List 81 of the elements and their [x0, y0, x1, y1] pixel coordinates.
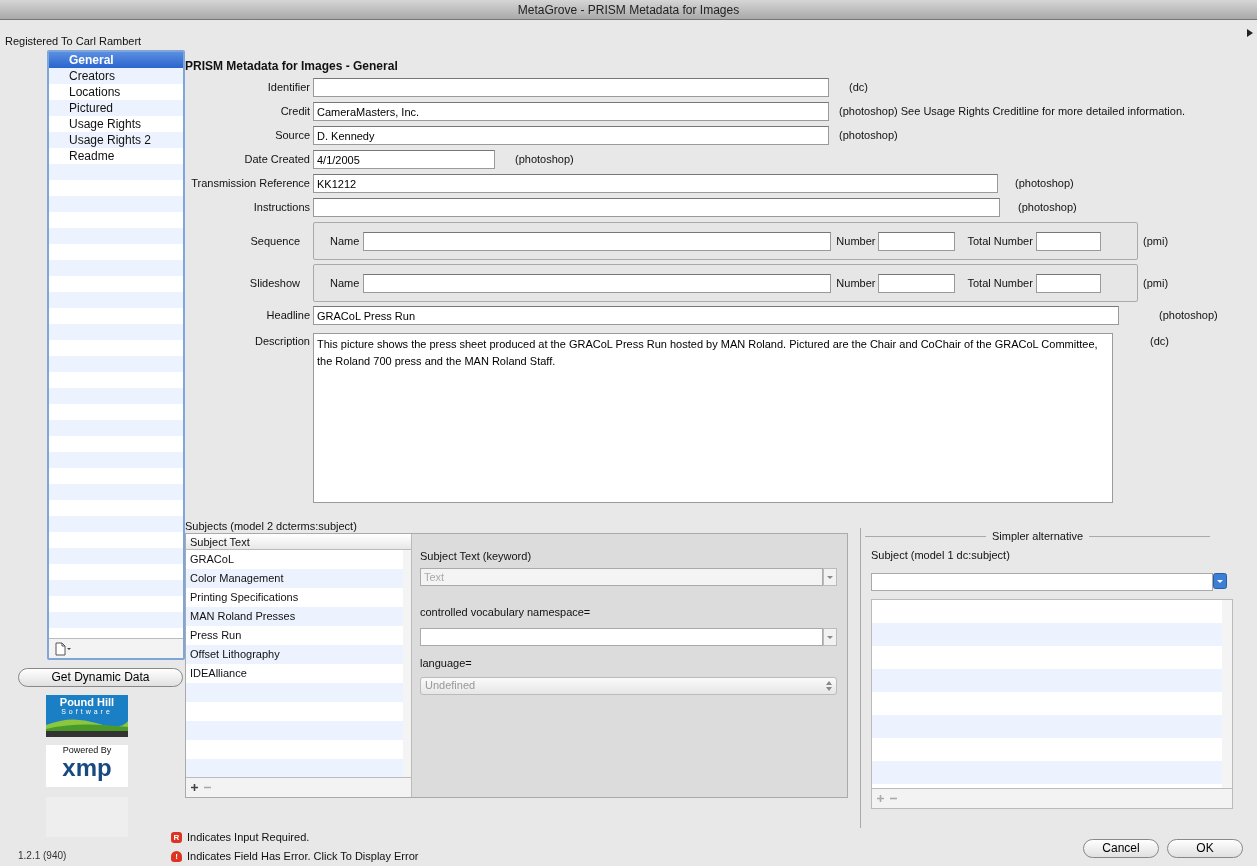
- text-field[interactable]: [878, 273, 956, 293]
- error-icon: !: [171, 851, 182, 862]
- sidebar-item[interactable]: Readme: [49, 148, 183, 164]
- field-note: (photoshop): [1015, 176, 1074, 192]
- new-document-icon[interactable]: [55, 641, 71, 656]
- sidebar-item[interactable]: Usage Rights 2: [49, 132, 183, 148]
- sidebar-item[interactable]: Usage Rights: [49, 116, 183, 132]
- text-field[interactable]: [363, 273, 832, 293]
- sidebar-item[interactable]: General: [49, 52, 183, 68]
- field-label: Subject Text (keyword): [420, 549, 533, 564]
- field-label: Identifier: [266, 80, 311, 96]
- field-note: (photoshop): [515, 152, 574, 168]
- subject-combo[interactable]: [871, 573, 1213, 591]
- group-legend: Simpler alternative: [991, 528, 1084, 545]
- add-icon[interactable]: [190, 783, 199, 792]
- window-title: MetaGrove - PRISM Metadata for Images: [517, 1, 740, 19]
- field-label: Number: [836, 275, 876, 291]
- text-field[interactable]: GRACoL Press Run: [313, 306, 1119, 325]
- table-row[interactable]: Press Run: [186, 626, 403, 645]
- get-data-button[interactable]: Get Dynamic Data: [18, 668, 183, 687]
- text-field[interactable]: KK1212: [313, 174, 998, 193]
- field-label: language=: [420, 656, 473, 671]
- field-note: (photoshop): [1159, 308, 1218, 324]
- ok-button[interactable]: OK: [1167, 839, 1243, 858]
- field-label: Name: [330, 275, 360, 291]
- text-field[interactable]: 4/1/2005: [313, 150, 495, 169]
- field-note: (dc): [849, 80, 868, 96]
- field-label: Headline: [265, 308, 311, 324]
- field-label: Description: [253, 334, 311, 349]
- description-field[interactable]: This picture shows the press sheet produced at the GRACoL Press Run hosted by MAN Roland. Pictured are the Chair and CoChair of the GRACoL Committee, the Roland 700 press and the MAN Roland Staff.: [313, 333, 1113, 503]
- field-label: Total Number: [967, 233, 1033, 249]
- table-row[interactable]: Printing Specifications: [186, 588, 403, 607]
- table-row[interactable]: IDEAlliance: [186, 664, 403, 683]
- legend-text: Indicates Field Has Error. Click To Display Error: [187, 849, 419, 865]
- version-text: 1.2.1 (940): [18, 849, 67, 863]
- required-icon: R: [171, 832, 182, 843]
- field-note: (dc): [1150, 334, 1169, 349]
- registration-text: Registered To Carl Rambert: [5, 35, 142, 47]
- logo-text: Pound Hill: [58, 695, 116, 708]
- table-row[interactable]: MAN Roland Presses: [186, 607, 403, 626]
- text-field[interactable]: CameraMasters, Inc.: [313, 102, 829, 121]
- form-heading: PRISM Metadata for Images - General: [185, 58, 399, 72]
- field-label: Slideshow: [248, 275, 301, 291]
- field-label: Credit: [279, 104, 311, 120]
- field-note: (pmi): [1143, 275, 1169, 291]
- field-label: Sequence: [249, 233, 301, 249]
- logo-text: xmp: [62, 756, 112, 780]
- cancel-button[interactable]: Cancel: [1083, 839, 1159, 858]
- table-row[interactable]: Color Management: [186, 569, 403, 588]
- text-field[interactable]: [1035, 231, 1101, 251]
- section-label: Subjects (model 2 dcterms:subject): [185, 519, 358, 533]
- field-label: Total Number: [967, 275, 1033, 291]
- field-label: Instructions: [252, 200, 311, 216]
- field-note: (photoshop) See Usage Rights Creditline for more detailed information.: [839, 104, 1186, 120]
- text-field[interactable]: [363, 231, 832, 251]
- field-label: Name: [330, 233, 360, 249]
- text-field[interactable]: D. Kennedy: [313, 126, 829, 145]
- text-field[interactable]: [313, 198, 1000, 217]
- text-field[interactable]: [878, 231, 956, 251]
- stepper-arrows-icon: [826, 680, 832, 691]
- field-note: (photoshop): [839, 128, 898, 144]
- field-label: Subject (model 1 dc:subject): [871, 547, 1011, 563]
- namespace-combo[interactable]: [420, 628, 823, 646]
- sidebar-item[interactable]: Creators: [49, 68, 183, 84]
- sidebar-item[interactable]: Locations: [49, 84, 183, 100]
- legend-text: Indicates Input Required.: [187, 830, 310, 846]
- field-label: Number: [836, 233, 876, 249]
- field-label: Source: [274, 128, 311, 144]
- expand-arrow-icon[interactable]: [1247, 29, 1253, 37]
- table-row[interactable]: GRACoL: [186, 550, 403, 569]
- field-label: controlled vocabulary namespace=: [420, 604, 592, 620]
- field-label: Transmission Reference: [190, 176, 311, 192]
- field-note: (photoshop): [1018, 200, 1077, 216]
- text-field[interactable]: [313, 78, 829, 97]
- field-note: (pmi): [1143, 233, 1169, 249]
- table-row[interactable]: Offset Lithography: [186, 645, 403, 664]
- text-field[interactable]: [1035, 273, 1101, 293]
- logo-text: Powered By: [62, 745, 112, 756]
- sidebar-item[interactable]: Pictured: [49, 100, 183, 116]
- field-label: Date Created: [243, 152, 311, 168]
- column-header[interactable]: Subject Text: [186, 534, 411, 550]
